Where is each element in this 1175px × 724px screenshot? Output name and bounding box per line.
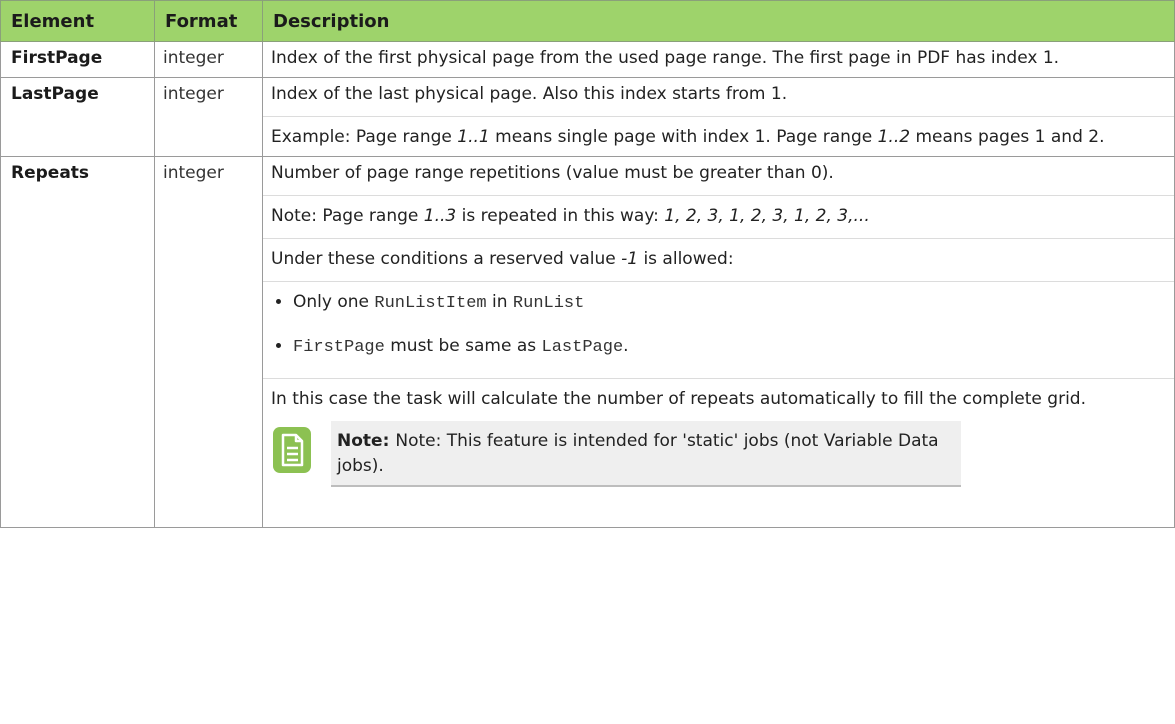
divider [263, 116, 1174, 117]
element-name: FirstPage [0, 41, 155, 78]
description-text: Number of page range repetitions (value … [271, 163, 834, 183]
element-description: Number of page range repetitions (value … [262, 156, 1175, 528]
element-format: integer [154, 156, 263, 528]
header-format: Format [154, 0, 263, 42]
example-text: Example: Page range 1..1 means single pa… [271, 127, 1105, 147]
conditions-list: Only one RunListItem in RunList FirstPag… [271, 290, 1166, 360]
element-description: Index of the first physical page from th… [262, 41, 1175, 78]
divider [263, 195, 1174, 196]
note-body: Note: Note: This feature is intended for … [331, 421, 961, 487]
element-name: LastPage [0, 77, 155, 157]
element-name: Repeats [0, 156, 155, 528]
header-description: Description [262, 0, 1175, 42]
description-text: Index of the last physical page. Also th… [271, 84, 788, 104]
list-item: FirstPage must be same as LastPage. [293, 334, 1166, 360]
element-table: Element Format Description FirstPage int… [0, 0, 1175, 528]
table-row-repeats: Repeats integer Number of page range rep… [0, 156, 1175, 528]
table-row-lastpage: LastPage integer Index of the last physi… [0, 77, 1175, 157]
note-label: Note: [337, 431, 390, 451]
description-text: Index of the first physical page from th… [271, 48, 1060, 68]
list-item: Only one RunListItem in RunList [293, 290, 1166, 316]
element-format: integer [154, 41, 263, 78]
element-format: integer [154, 77, 263, 157]
divider [263, 378, 1174, 379]
note-sequence-text: Note: Page range 1..3 is repeated in thi… [271, 206, 870, 226]
table-row-firstpage: FirstPage integer Index of the first phy… [0, 41, 1175, 78]
conditions-text: Under these conditions a reserved value … [271, 249, 734, 269]
auto-repeat-text: In this case the task will calculate the… [271, 389, 1086, 409]
note-callout: Note: Note: This feature is intended for … [271, 421, 1166, 487]
header-element: Element [0, 0, 155, 42]
table-header-row: Element Format Description [0, 0, 1175, 42]
note-document-icon [273, 427, 311, 473]
note-text: Note: This feature is intended for 'stat… [337, 431, 939, 476]
element-description: Index of the last physical page. Also th… [262, 77, 1175, 157]
divider [263, 281, 1174, 282]
divider [263, 238, 1174, 239]
